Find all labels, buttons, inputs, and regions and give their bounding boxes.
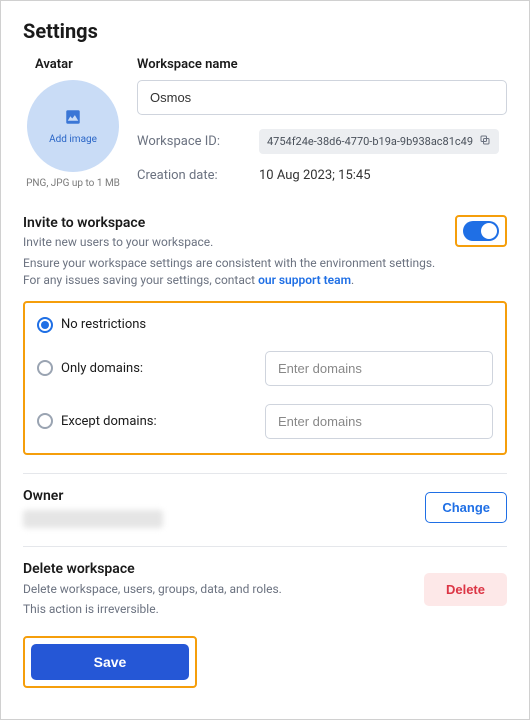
only-domains-input[interactable] <box>265 351 493 386</box>
workspace-id-chip[interactable]: 4754f24e-38d6-4770-b19a-9b938ac81c49 <box>259 129 499 154</box>
avatar-section: Avatar Add image PNG, JPG up to 1 MB <box>23 57 123 189</box>
domain-restrictions-panel: No restrictions Only domains: Except dom… <box>23 301 507 455</box>
owner-section: Owner Change <box>23 488 507 528</box>
avatar-label: Avatar <box>23 57 123 72</box>
save-highlight: Save <box>23 636 197 688</box>
workspace-name-label: Workspace name <box>137 57 507 72</box>
radio-only-domains[interactable]: Only domains: <box>37 360 143 376</box>
creation-date-label: Creation date: <box>137 168 249 183</box>
invite-note: Ensure your workspace settings are consi… <box>23 255 455 289</box>
invite-title: Invite to workspace <box>23 215 455 231</box>
divider <box>23 473 507 474</box>
image-icon <box>64 108 82 134</box>
add-image-text: Add image <box>49 134 97 145</box>
workspace-id-value: 4754f24e-38d6-4770-b19a-9b938ac81c49 <box>267 135 473 148</box>
delete-desc-1: Delete workspace, users, groups, data, a… <box>23 581 282 598</box>
avatar-upload[interactable]: Add image <box>27 80 119 172</box>
delete-section: Delete workspace Delete workspace, users… <box>23 561 507 619</box>
delete-button[interactable]: Delete <box>424 573 507 606</box>
divider <box>23 546 507 547</box>
creation-date-value: 10 Aug 2023; 15:45 <box>259 168 371 183</box>
owner-label: Owner <box>23 488 163 504</box>
avatar-hint: PNG, JPG up to 1 MB <box>23 178 123 189</box>
support-link[interactable]: our support team <box>258 273 351 287</box>
radio-label: Only domains: <box>61 361 143 376</box>
radio-icon <box>37 360 53 376</box>
copy-icon <box>479 134 491 149</box>
owner-value <box>23 510 163 528</box>
invite-section: Invite to workspace Invite new users to … <box>23 215 507 455</box>
radio-no-restrictions[interactable]: No restrictions <box>37 317 146 333</box>
page-title: Settings <box>23 19 507 43</box>
radio-icon <box>37 413 53 429</box>
radio-label: No restrictions <box>61 317 146 332</box>
workspace-id-label: Workspace ID: <box>137 134 249 149</box>
delete-title: Delete workspace <box>23 561 282 577</box>
invite-subtitle: Invite new users to your workspace. <box>23 235 455 249</box>
radio-icon <box>37 317 53 333</box>
workspace-name-input[interactable] <box>137 80 507 115</box>
radio-except-domains[interactable]: Except domains: <box>37 413 157 429</box>
delete-desc-2: This action is irreversible. <box>23 601 282 618</box>
change-owner-button[interactable]: Change <box>425 492 507 523</box>
save-button[interactable]: Save <box>31 644 189 680</box>
invite-toggle-highlight <box>455 215 507 247</box>
radio-label: Except domains: <box>61 414 157 429</box>
except-domains-input[interactable] <box>265 404 493 439</box>
workspace-section: Workspace name Workspace ID: 4754f24e-38… <box>137 57 507 189</box>
invite-toggle[interactable] <box>463 221 499 241</box>
